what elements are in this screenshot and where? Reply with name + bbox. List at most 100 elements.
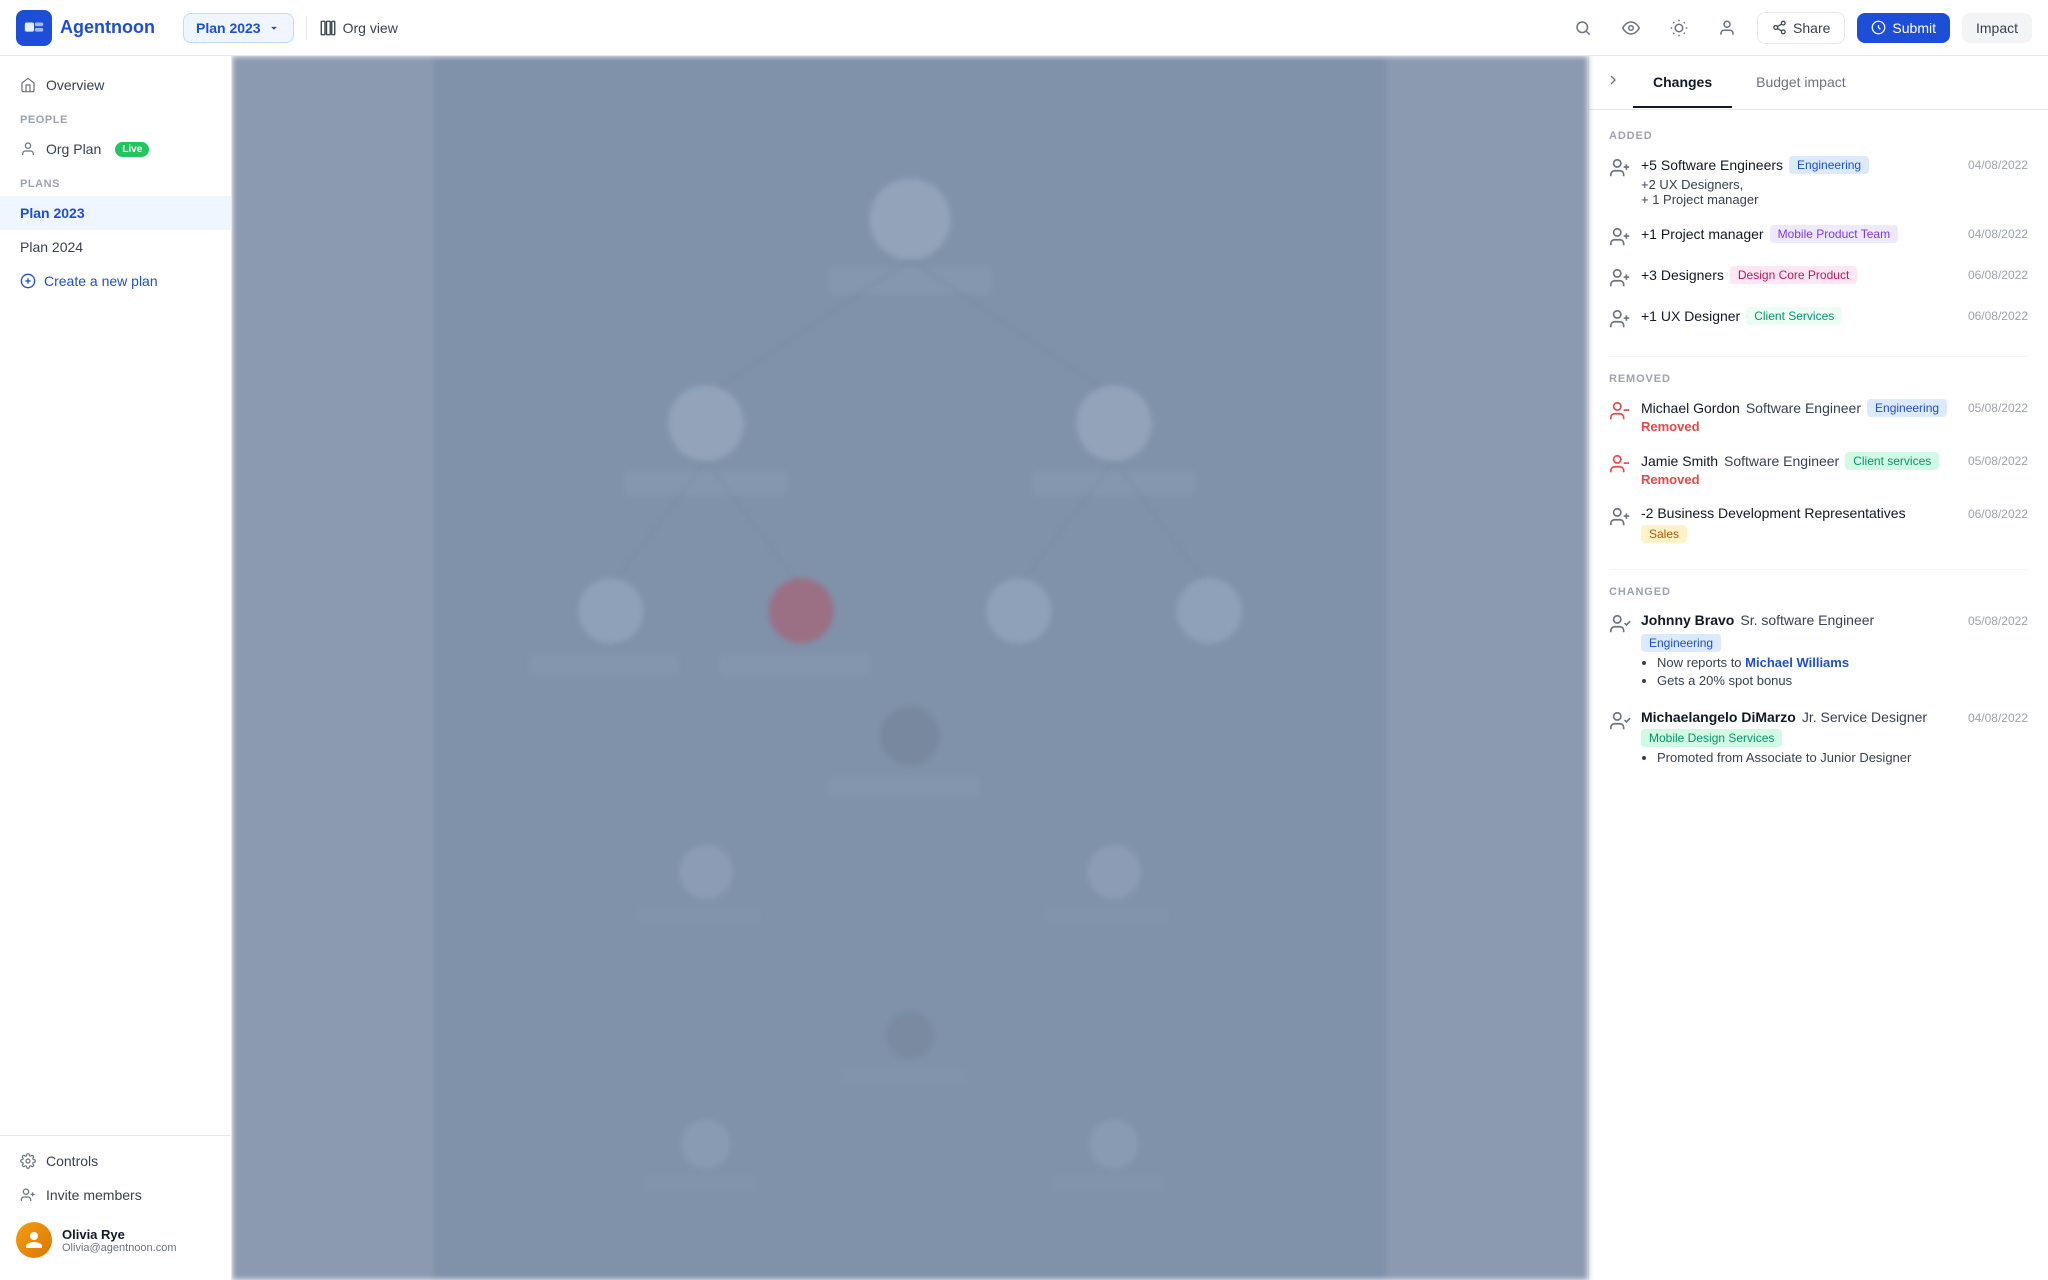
sidebar: Overview PEOPLE Org Plan Live PLANS Plan… (0, 56, 232, 1280)
tab-changes[interactable]: Changes (1633, 58, 1732, 108)
changed-1-role: Sr. software Engineer (1740, 612, 1874, 628)
added-3-date: 06/08/2022 (1948, 266, 2028, 282)
michael-williams-link[interactable]: Michael Williams (1745, 655, 1849, 670)
sidebar-item-plan-2023[interactable]: Plan 2023 (0, 196, 231, 230)
search-button[interactable] (1565, 10, 1601, 46)
person-remove-icon-1 (1609, 400, 1631, 422)
org-view-label: Org view (343, 20, 398, 36)
user-icon (1718, 19, 1736, 37)
removed-section-label: REMOVED (1609, 373, 2028, 385)
changed-2-date: 04/08/2022 (1948, 709, 2028, 725)
changed-2-content: Michaelangelo DiMarzo Jr. Service Design… (1641, 709, 1948, 768)
app-name: Agentnoon (60, 17, 155, 38)
sidebar-bottom: Controls Invite members Olivia Rye Olivi… (0, 1135, 231, 1268)
changed-1-name: Johnny Bravo (1641, 612, 1734, 628)
columns-icon (319, 19, 337, 37)
added-item-3: +3 Designers Design Core Product 06/08/2… (1609, 266, 2028, 307)
removed-1-role: Software Engineer (1746, 400, 1861, 416)
user-avatar (16, 1222, 52, 1258)
settings-button[interactable] (1661, 10, 1697, 46)
removed-divider (1609, 356, 2028, 357)
plus-icon (20, 273, 36, 289)
person-edit-icon-1 (1609, 613, 1631, 635)
removed-item-1: Michael Gordon Software Engineer Enginee… (1609, 399, 2028, 452)
changed-2-tag: Mobile Design Services (1641, 729, 1782, 747)
added-item-2: +1 Project manager Mobile Product Team 0… (1609, 225, 2028, 266)
changed-2-detail: Promoted from Associate to Junior Design… (1641, 750, 1948, 765)
live-badge: Live (115, 142, 149, 157)
removed-item-2: Jamie Smith Software Engineer Client ser… (1609, 452, 2028, 505)
panel-header: Changes Budget impact (1589, 56, 2048, 110)
user-button[interactable] (1709, 10, 1745, 46)
plan-selector-label: Plan 2023 (196, 20, 261, 36)
plan-selector[interactable]: Plan 2023 (183, 13, 294, 43)
removed-2-name: Jamie Smith (1641, 453, 1718, 469)
added-2-content: +1 Project manager Mobile Product Team (1641, 225, 1948, 243)
chevron-right-icon (1605, 72, 1621, 88)
create-plan-label: Create a new plan (44, 273, 158, 289)
added-section-label: ADDED (1609, 130, 2028, 142)
removed-1-tag: Engineering (1867, 399, 1947, 417)
person-remove-icon-2 (1609, 453, 1631, 475)
plan-2023-label: Plan 2023 (20, 205, 85, 221)
logo-area: Agentnoon (16, 10, 155, 46)
overview-label: Overview (46, 77, 104, 93)
added-4-date: 06/08/2022 (1948, 307, 2028, 323)
search-icon (1574, 19, 1592, 37)
changed-item-2: Michaelangelo DiMarzo Jr. Service Design… (1609, 709, 2028, 786)
removed-2-tag: Client services (1845, 452, 1939, 470)
submit-label: Submit (1892, 20, 1936, 36)
sidebar-item-overview[interactable]: Overview (0, 68, 231, 102)
user-info: Olivia Rye Olivia@agentnoon.com (0, 1212, 231, 1268)
user-name: Olivia Rye (62, 1227, 177, 1242)
plan-2024-label: Plan 2024 (20, 239, 83, 255)
changed-divider (1609, 569, 2028, 570)
impact-label: Impact (1976, 20, 2018, 36)
eye-button[interactable] (1613, 10, 1649, 46)
sidebar-item-invite[interactable]: Invite members (0, 1178, 231, 1212)
added-4-content: +1 UX Designer Client Services (1641, 307, 1948, 325)
added-4-tag: Client Services (1746, 307, 1842, 325)
added-2-date: 04/08/2022 (1948, 225, 2028, 241)
eye-icon (1622, 19, 1640, 37)
removed-3-title: -2 Business Development Representatives (1641, 505, 1906, 521)
org-view-button[interactable]: Org view (319, 19, 398, 37)
org-chart[interactable] (232, 56, 1588, 1280)
removed-1-name: Michael Gordon (1641, 400, 1740, 416)
chevron-down-icon (267, 21, 281, 35)
added-2-title: +1 Project manager (1641, 226, 1764, 242)
submit-button[interactable]: Submit (1857, 13, 1950, 43)
person-add-icon-5 (1609, 506, 1631, 528)
share-button[interactable]: Share (1757, 12, 1845, 44)
changed-1-content: Johnny Bravo Sr. software Engineer Engin… (1641, 612, 1948, 691)
nav-divider (306, 16, 307, 40)
controls-label: Controls (46, 1153, 98, 1169)
removed-2-status: Removed (1641, 472, 1948, 487)
person-edit-icon-2 (1609, 710, 1631, 732)
added-item-1: +5 Software Engineers Engineering +2 UX … (1609, 156, 2028, 225)
logo-icon (16, 10, 52, 46)
avatar-placeholder (24, 1230, 44, 1250)
sidebar-item-controls[interactable]: Controls (0, 1144, 231, 1178)
submit-icon (1871, 20, 1886, 35)
removed-2-role: Software Engineer (1724, 453, 1839, 469)
changed-1-detail: Now reports to Michael Williams Gets a 2… (1641, 655, 1948, 688)
sidebar-item-org-plan[interactable]: Org Plan Live (0, 132, 231, 166)
added-1-detail: +2 UX Designers,+ 1 Project manager (1641, 177, 1948, 207)
added-2-tag: Mobile Product Team (1770, 225, 1899, 243)
tab-budget-impact[interactable]: Budget impact (1736, 58, 1866, 108)
home-icon (20, 77, 36, 93)
share-label: Share (1793, 20, 1830, 36)
panel-collapse-button[interactable] (1605, 56, 1629, 109)
added-1-content: +5 Software Engineers Engineering +2 UX … (1641, 156, 1948, 207)
removed-2-content: Jamie Smith Software Engineer Client ser… (1641, 452, 1948, 487)
added-3-title: +3 Designers (1641, 267, 1724, 283)
person-add-icon-2 (1609, 226, 1631, 248)
main-content: Overview PEOPLE Org Plan Live PLANS Plan… (0, 56, 2048, 1280)
person-add-icon-1 (1609, 157, 1631, 179)
removed-1-content: Michael Gordon Software Engineer Enginee… (1641, 399, 1948, 434)
sidebar-item-plan-2024[interactable]: Plan 2024 (0, 230, 231, 264)
impact-button[interactable]: Impact (1962, 13, 2032, 43)
added-item-4: +1 UX Designer Client Services 06/08/202… (1609, 307, 2028, 348)
create-plan-button[interactable]: Create a new plan (0, 264, 231, 298)
